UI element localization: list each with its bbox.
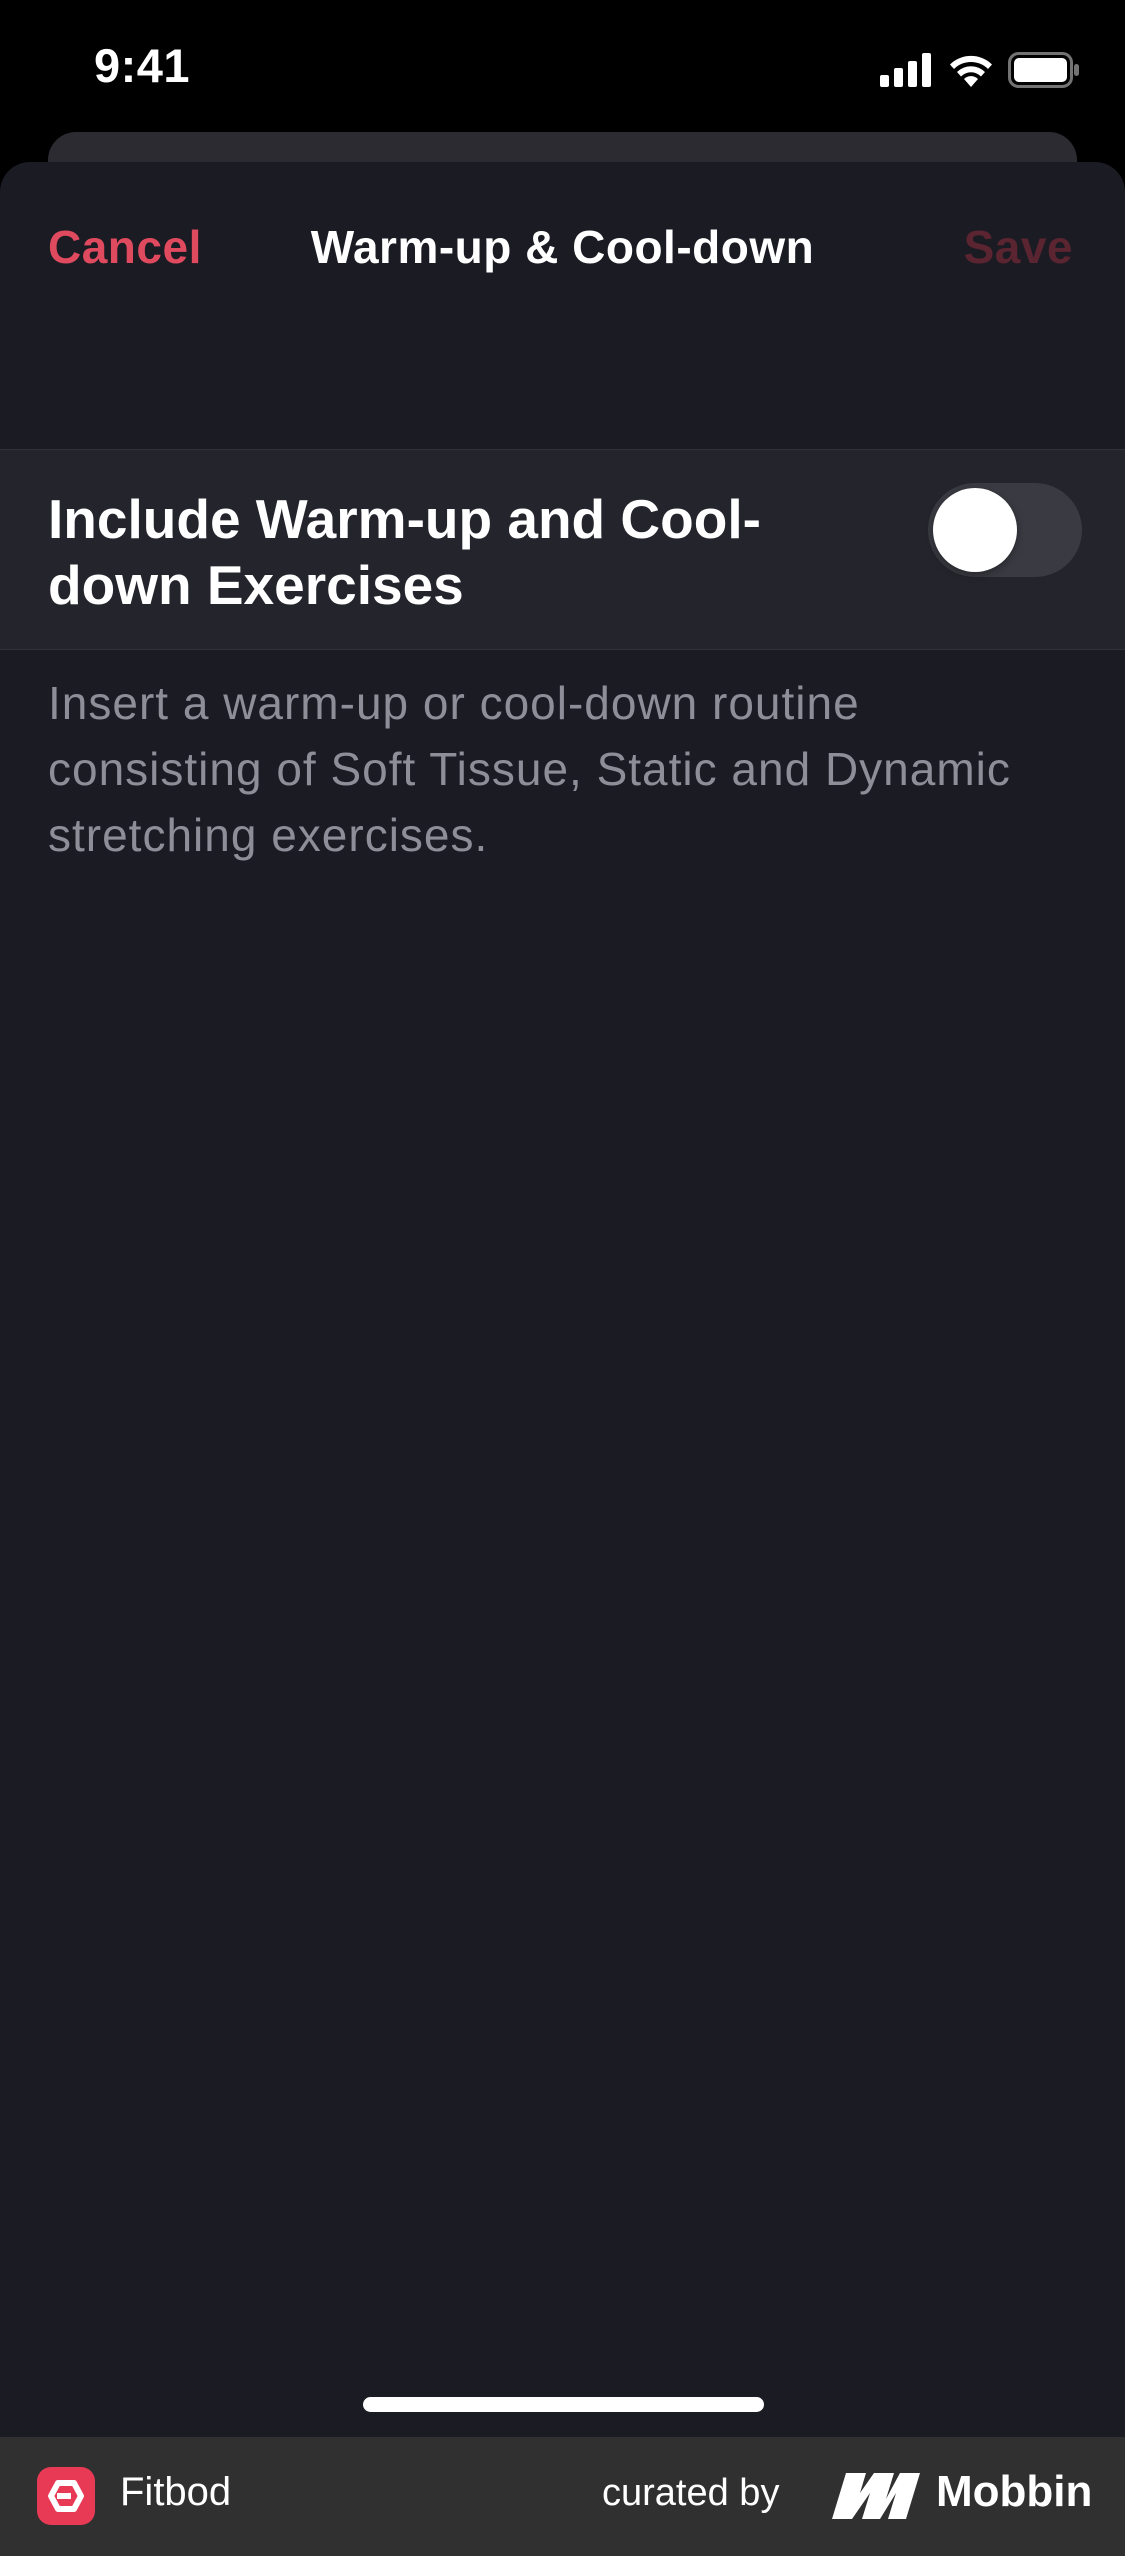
footer-app-name: Fitbod [120, 2470, 232, 2514]
warmup-cooldown-setting-row: Include Warm-up and Cool-down Exercises [0, 449, 1125, 650]
status-bar: 9:41 [0, 0, 1125, 140]
footer-brand: Mobbin [936, 2467, 1093, 2516]
wifi-icon [950, 55, 992, 87]
setting-label: Include Warm-up and Cool-down Exercises [48, 488, 761, 616]
warmup-cooldown-toggle[interactable] [928, 483, 1082, 577]
cellular-signal-icon [880, 53, 931, 87]
battery-icon [1008, 52, 1079, 88]
footer-curated-by: curated by [602, 2472, 780, 2514]
fitbod-logo-icon [37, 2467, 95, 2525]
status-icons [880, 48, 1080, 92]
status-time: 9:41 [94, 39, 191, 92]
mobbin-logo-icon [832, 2473, 920, 2519]
toggle-knob [933, 488, 1017, 572]
footer-banner: Fitbod curated by Mobbin [0, 2437, 1125, 2556]
setting-description: Insert a warm-up or cool-down routine co… [48, 677, 1011, 861]
save-button[interactable]: Save [964, 220, 1073, 274]
cancel-button[interactable]: Cancel [48, 220, 202, 274]
home-indicator [363, 2397, 764, 2412]
